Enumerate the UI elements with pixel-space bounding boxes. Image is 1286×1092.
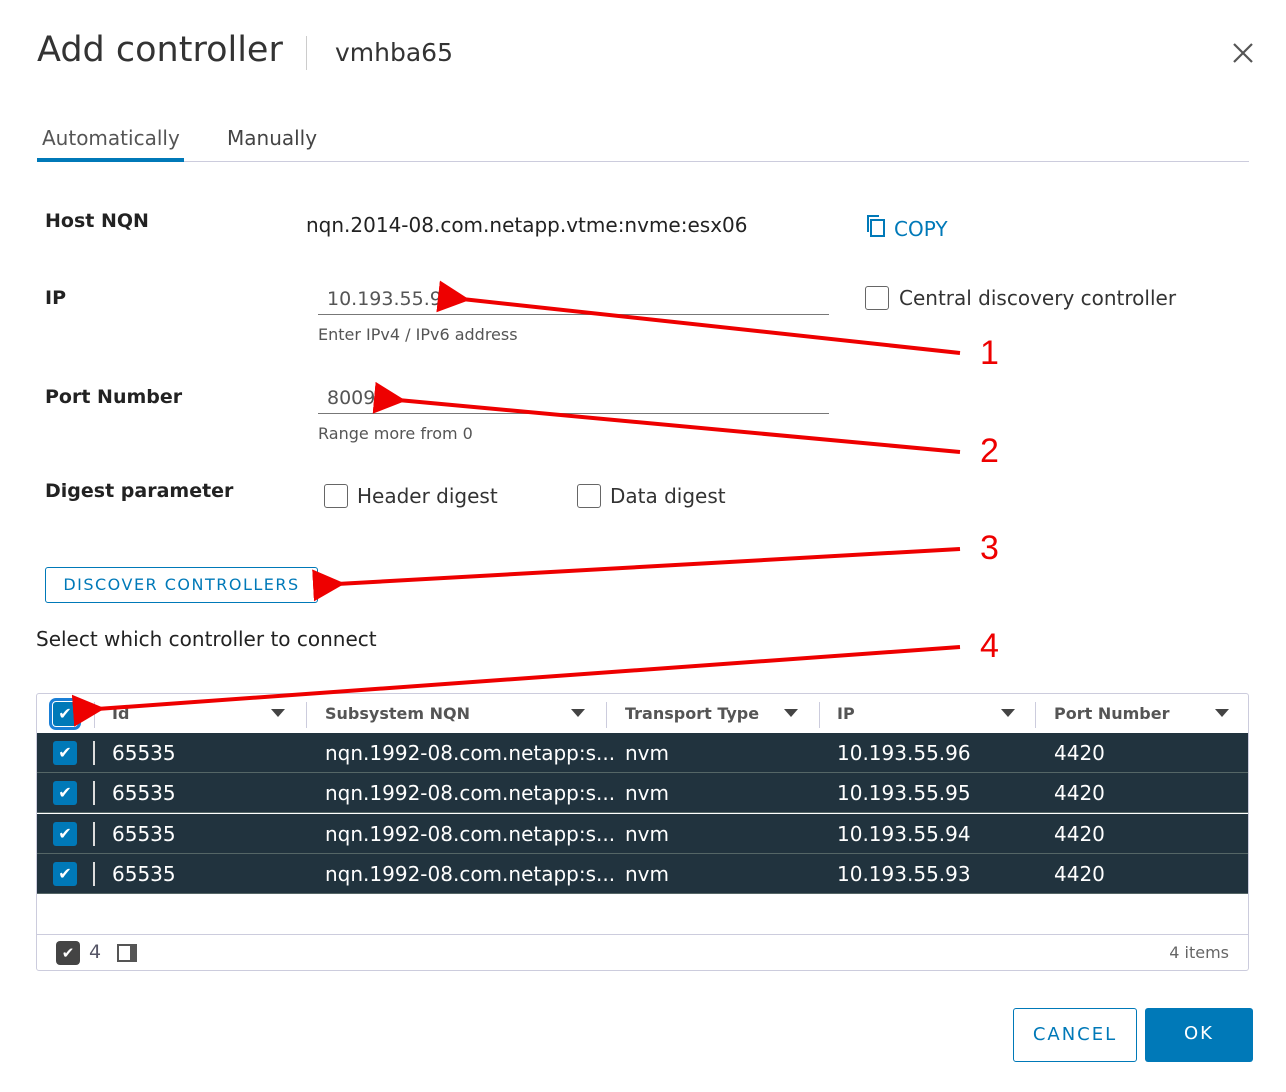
- cell-subsystem-nqn: nqn.1992-08.com.netapp:s...: [325, 861, 616, 886]
- cell-subsystem-nqn: nqn.1992-08.com.netapp:s...: [325, 741, 616, 765]
- cell-transport-type: nvm: [625, 741, 669, 765]
- port-help: Range more from 0: [318, 424, 473, 443]
- annotation-number-3: 3: [980, 529, 999, 567]
- port-label: Port Number: [45, 386, 183, 408]
- cell-transport-type: nvm: [625, 821, 669, 846]
- data-digest-label: Data digest: [610, 484, 726, 508]
- table-row[interactable]: ✔ 65535 nqn.1992-08.com.netapp:s... nvm …: [37, 773, 1248, 814]
- copy-icon: [866, 214, 886, 243]
- cell-port-number: 4420: [1054, 821, 1105, 846]
- select-prompt: Select which controller to connect: [36, 627, 377, 651]
- host-nqn-label: Host NQN: [45, 210, 149, 232]
- cell-id: 65535: [112, 741, 176, 765]
- select-all-checkbox[interactable]: ✔: [49, 698, 81, 730]
- cancel-button[interactable]: CANCEL: [1013, 1008, 1137, 1062]
- row-divider: [93, 781, 95, 806]
- annotation-number-1: 1: [980, 334, 999, 372]
- row-divider: [93, 861, 95, 886]
- cell-port-number: 4420: [1054, 741, 1105, 765]
- row-divider: [93, 741, 95, 765]
- port-input[interactable]: 8009: [318, 382, 829, 414]
- data-digest-checkbox[interactable]: [577, 484, 601, 508]
- copy-label: COPY: [894, 216, 948, 241]
- cell-id: 65535: [112, 861, 176, 886]
- row-checkbox[interactable]: ✔: [53, 861, 77, 886]
- ip-label: IP: [45, 287, 66, 309]
- filter-icon[interactable]: [784, 709, 798, 717]
- header-digest-label: Header digest: [357, 484, 498, 508]
- column-toggle-icon[interactable]: [117, 944, 137, 962]
- tab-divider: [37, 161, 1249, 162]
- central-discovery-label: Central discovery controller: [899, 286, 1177, 310]
- filter-icon[interactable]: [571, 709, 585, 717]
- annotation-arrow-3: [312, 547, 961, 602]
- table-row[interactable]: ✔ 65535 nqn.1992-08.com.netapp:s... nvm …: [37, 733, 1248, 773]
- column-header-id[interactable]: Id: [112, 704, 129, 723]
- cell-id: 65535: [112, 821, 176, 846]
- table-row[interactable]: ✔ 65535 nqn.1992-08.com.netapp:s... nvm …: [37, 853, 1248, 894]
- cell-transport-type: nvm: [625, 781, 669, 806]
- ip-input[interactable]: 10.193.55.93: [318, 283, 829, 315]
- tab-active-indicator: [37, 158, 184, 162]
- ip-help: Enter IPv4 / IPv6 address: [318, 325, 518, 344]
- tab-automatically[interactable]: Automatically: [42, 126, 180, 150]
- filter-icon[interactable]: [1215, 709, 1229, 717]
- column-header-ip[interactable]: IP: [837, 704, 855, 723]
- cell-transport-type: nvm: [625, 861, 669, 886]
- annotation-number-2: 2: [980, 432, 999, 470]
- cell-subsystem-nqn: nqn.1992-08.com.netapp:s...: [325, 781, 616, 806]
- column-header-transport-type[interactable]: Transport Type: [625, 704, 759, 723]
- close-icon[interactable]: [1230, 40, 1256, 66]
- controllers-table: ✔ Id Subsystem NQN Transport Type IP Por…: [36, 693, 1249, 971]
- cell-id: 65535: [112, 781, 176, 806]
- cell-subsystem-nqn: nqn.1992-08.com.netapp:s...: [325, 821, 616, 846]
- host-nqn-value: nqn.2014-08.com.netapp.vtme:nvme:esx06: [306, 213, 748, 237]
- discover-controllers-button[interactable]: DISCOVER CONTROLLERS: [45, 567, 318, 603]
- column-header-subsystem-nqn[interactable]: Subsystem NQN: [325, 704, 470, 723]
- row-checkbox[interactable]: ✔: [53, 741, 77, 765]
- cell-port-number: 4420: [1054, 861, 1105, 886]
- annotation-number-4: 4: [980, 627, 999, 665]
- central-discovery-checkbox[interactable]: [865, 286, 889, 310]
- table-header: ✔ Id Subsystem NQN Transport Type IP Por…: [37, 694, 1248, 733]
- row-divider: [93, 821, 95, 846]
- ok-button[interactable]: OK: [1145, 1008, 1253, 1062]
- copy-button[interactable]: COPY: [866, 214, 948, 243]
- cell-ip: 10.193.55.95: [837, 781, 971, 806]
- items-count: 4 items: [1169, 943, 1229, 962]
- column-header-port-number[interactable]: Port Number: [1054, 704, 1169, 723]
- cell-port-number: 4420: [1054, 781, 1105, 806]
- row-checkbox[interactable]: ✔: [53, 821, 77, 846]
- title-divider: [306, 36, 307, 70]
- row-checkbox[interactable]: ✔: [53, 781, 77, 806]
- digest-label: Digest parameter: [45, 480, 234, 502]
- table-footer: ✔ 4 4 items: [37, 934, 1248, 971]
- selected-count: 4: [89, 941, 102, 963]
- filter-icon[interactable]: [271, 709, 285, 717]
- dialog-subtitle: vmhba65: [335, 38, 453, 67]
- tab-manually[interactable]: Manually: [227, 126, 317, 150]
- table-row[interactable]: ✔ 65535 nqn.1992-08.com.netapp:s... nvm …: [37, 813, 1248, 854]
- dialog-title: Add controller: [37, 30, 283, 70]
- filter-icon[interactable]: [1001, 709, 1015, 717]
- selected-count-checkbox-icon: ✔: [56, 941, 80, 965]
- cell-ip: 10.193.55.96: [837, 741, 971, 765]
- header-digest-checkbox[interactable]: [324, 484, 348, 508]
- cell-ip: 10.193.55.94: [837, 821, 971, 846]
- cell-ip: 10.193.55.93: [837, 861, 971, 886]
